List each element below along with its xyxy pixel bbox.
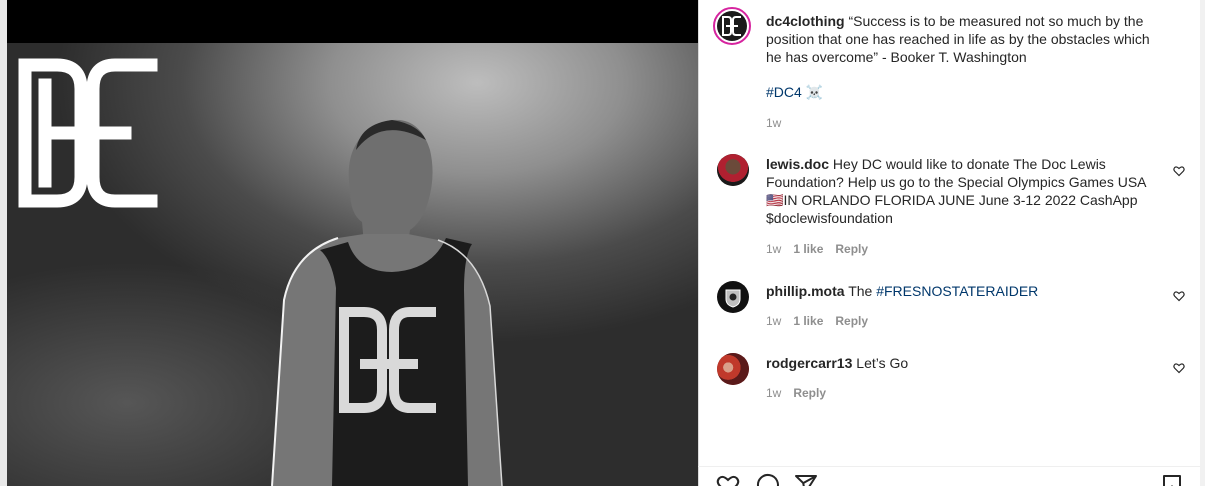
comment-avatar[interactable] — [717, 353, 749, 385]
post-time[interactable]: 1w — [766, 116, 781, 130]
dc-avatar-logo-icon — [717, 11, 747, 41]
athlete-figure — [271, 119, 503, 486]
comment-icon[interactable] — [755, 473, 781, 486]
raiders-shield-icon — [717, 281, 749, 313]
comment-avatar[interactable] — [717, 154, 749, 186]
save-icon[interactable] — [1159, 473, 1185, 486]
comment-text: lewis.doc Hey DC would like to donate Th… — [766, 155, 1161, 227]
dc-logo — [18, 58, 158, 208]
like-icon[interactable] — [715, 473, 741, 486]
avatar-image — [717, 154, 749, 186]
comment-likes[interactable]: 1 like — [793, 314, 823, 328]
comment-username[interactable]: phillip.mota — [766, 283, 845, 299]
heart-icon[interactable] — [1173, 290, 1185, 302]
comment-time[interactable]: 1w — [766, 242, 781, 256]
caption-hashtag[interactable]: #DC4 — [766, 84, 802, 100]
comment-avatar[interactable] — [717, 281, 749, 313]
comment-meta: 1w 1 like Reply — [766, 314, 868, 328]
share-icon[interactable] — [793, 473, 819, 486]
reply-button[interactable]: Reply — [793, 386, 826, 400]
comment-text: rodgercarr13 Let’s Go — [766, 354, 1166, 372]
scrollbar[interactable] — [1200, 0, 1205, 486]
comment-hashtag[interactable]: #FRESNOSTATERAIDER — [876, 283, 1038, 299]
photo-letterbox — [7, 0, 698, 43]
post-actions-bar — [698, 466, 1200, 486]
comment-time[interactable]: 1w — [766, 314, 781, 328]
comment-username[interactable]: lewis.doc — [766, 156, 829, 172]
author-avatar[interactable] — [713, 7, 751, 45]
comment-likes[interactable]: 1 like — [793, 242, 823, 256]
comment-username[interactable]: rodgercarr13 — [766, 355, 852, 371]
reply-button[interactable]: Reply — [835, 314, 868, 328]
comment-time[interactable]: 1w — [766, 386, 781, 400]
comments-panel: dc4clothing “Success is to be measured n… — [698, 0, 1200, 486]
comment-text: phillip.mota The #FRESNOSTATERAIDER — [766, 282, 1166, 300]
avatar-image — [717, 353, 749, 385]
page-gutter — [0, 0, 7, 486]
post-meta: 1w — [766, 116, 781, 130]
skull-emoji: ☠️ — [805, 84, 824, 100]
heart-icon[interactable] — [1173, 165, 1185, 177]
post-caption: dc4clothing “Success is to be measured n… — [766, 12, 1166, 66]
comment-meta: 1w 1 like Reply — [766, 242, 868, 256]
caption-hashtag-line: #DC4 ☠️ — [766, 83, 1166, 101]
reply-button[interactable]: Reply — [835, 242, 868, 256]
author-username[interactable]: dc4clothing — [766, 13, 845, 29]
comment-body: The — [848, 283, 877, 299]
comment-body: Let’s Go — [856, 355, 909, 371]
comment-body-cont: IN ORLANDO FLORIDA JUNE June 3-12 2022 C… — [766, 192, 1138, 226]
post-photo[interactable] — [7, 0, 698, 486]
heart-icon[interactable] — [1173, 362, 1185, 374]
us-flag-emoji: 🇺🇸 — [766, 192, 784, 208]
comment-meta: 1w Reply — [766, 386, 826, 400]
